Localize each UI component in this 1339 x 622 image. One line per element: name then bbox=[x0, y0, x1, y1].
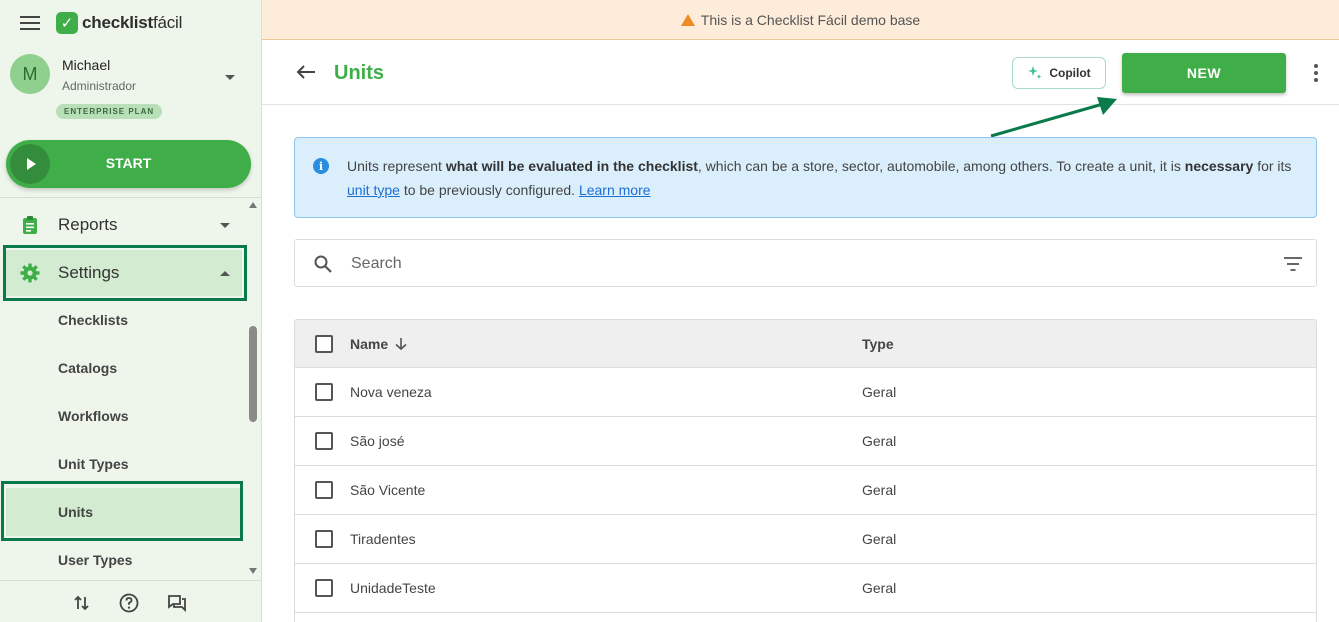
sidebar-item-label: Reports bbox=[58, 215, 118, 234]
sidebar-subitem-label: Unit Types bbox=[58, 456, 129, 472]
copilot-button[interactable]: Copilot bbox=[1012, 57, 1106, 89]
demo-banner: This is a Checklist Fácil demo base bbox=[262, 0, 1339, 40]
unit-type-link[interactable]: unit type bbox=[347, 182, 400, 198]
table-row[interactable]: Nova veneza Geral bbox=[295, 368, 1316, 417]
start-button[interactable]: START bbox=[6, 140, 251, 188]
sparkle-icon bbox=[1028, 66, 1042, 79]
logo-text: checklistfácil bbox=[82, 13, 183, 32]
clipboard-icon bbox=[23, 216, 37, 234]
menu-icon[interactable] bbox=[20, 16, 40, 30]
sidebar-scrollbar[interactable] bbox=[247, 198, 259, 580]
cell-type: Geral bbox=[862, 482, 897, 498]
units-highlight-box bbox=[1, 481, 243, 541]
user-role: Administrador bbox=[62, 79, 137, 93]
filter-icon[interactable] bbox=[1283, 256, 1303, 272]
sidebar-subitem-user-types[interactable]: User Types bbox=[6, 536, 242, 580]
sidebar-footer bbox=[0, 580, 262, 622]
annotation-arrow bbox=[990, 97, 1117, 138]
cell-name: Tiradentes bbox=[350, 531, 416, 547]
column-header-name[interactable]: Name bbox=[350, 336, 408, 352]
more-options-icon[interactable] bbox=[1314, 64, 1320, 84]
scrollbar-thumb[interactable] bbox=[249, 326, 257, 422]
page-header: Units Copilot NEW bbox=[262, 40, 1339, 105]
cell-name: São josé bbox=[350, 433, 405, 449]
cell-type: Geral bbox=[862, 531, 897, 547]
sort-down-arrow-icon bbox=[395, 338, 407, 351]
table-row[interactable]: UnidadeTeste Geral bbox=[295, 564, 1316, 613]
sidebar: ✓ checklistfácil M Michael Administrador… bbox=[0, 0, 262, 622]
info-text: Units represent what will be evaluated i… bbox=[347, 158, 1292, 198]
new-button[interactable]: NEW bbox=[1122, 53, 1286, 93]
back-arrow-icon[interactable] bbox=[296, 64, 316, 80]
copilot-label: Copilot bbox=[1049, 66, 1091, 80]
search-icon bbox=[314, 255, 332, 273]
checkmark-logo-icon: ✓ bbox=[56, 12, 78, 34]
sort-arrows-icon[interactable] bbox=[72, 593, 92, 613]
sidebar-subitem-label: User Types bbox=[58, 552, 133, 568]
row-checkbox[interactable] bbox=[315, 383, 333, 401]
cell-type: Geral bbox=[862, 433, 897, 449]
avatar[interactable]: M bbox=[10, 54, 50, 94]
sidebar-subitem-label: Checklists bbox=[58, 312, 129, 328]
chevron-down-icon bbox=[220, 222, 230, 228]
table-header: Name Type bbox=[295, 320, 1316, 368]
app-logo[interactable]: ✓ checklistfácil bbox=[56, 12, 182, 34]
chat-icon[interactable] bbox=[167, 593, 187, 613]
info-icon: i bbox=[313, 158, 329, 174]
search-input[interactable] bbox=[351, 252, 1251, 276]
sidebar-subitem-catalogs[interactable]: Catalogs bbox=[6, 344, 242, 392]
search-bar bbox=[294, 239, 1317, 287]
cell-type: Geral bbox=[862, 580, 897, 596]
help-icon[interactable] bbox=[119, 593, 139, 613]
column-header-type[interactable]: Type bbox=[862, 336, 894, 352]
scroll-up-arrow-icon[interactable] bbox=[249, 202, 257, 208]
table-row[interactable]: Tiradentes Geral bbox=[295, 515, 1316, 564]
user-name: Michael bbox=[62, 57, 111, 73]
cell-name: São Vicente bbox=[350, 482, 426, 498]
table-row[interactable]: São Vicente Geral bbox=[295, 466, 1316, 515]
sidebar-item-reports[interactable]: Reports bbox=[6, 202, 242, 248]
sidebar-subitem-label: Catalogs bbox=[58, 360, 118, 376]
learn-more-link[interactable]: Learn more bbox=[579, 182, 651, 198]
sidebar-subitem-workflows[interactable]: Workflows bbox=[6, 392, 242, 440]
cell-name: UnidadeTeste bbox=[350, 580, 436, 596]
select-all-checkbox[interactable] bbox=[315, 335, 333, 353]
table-row[interactable]: São josé Geral bbox=[295, 417, 1316, 466]
sidebar-subitem-label: Workflows bbox=[58, 408, 129, 424]
row-checkbox[interactable] bbox=[315, 579, 333, 597]
sidebar-subitem-checklists[interactable]: Checklists bbox=[6, 296, 242, 344]
row-checkbox[interactable] bbox=[315, 481, 333, 499]
page-title: Units bbox=[334, 62, 384, 84]
warning-icon bbox=[680, 13, 695, 26]
units-table: Name Type Nova veneza Geral São josé Ger… bbox=[294, 319, 1317, 622]
cell-type: Geral bbox=[862, 384, 897, 400]
settings-highlight-box bbox=[3, 245, 247, 301]
row-checkbox[interactable] bbox=[315, 432, 333, 450]
row-checkbox[interactable] bbox=[315, 530, 333, 548]
plan-badge: ENTERPRISE PLAN bbox=[56, 104, 163, 119]
banner-text: This is a Checklist Fácil demo base bbox=[700, 11, 921, 28]
cell-name: Nova veneza bbox=[350, 384, 432, 400]
sidebar-nav: Reports Settings Checklists Catalogs Wor… bbox=[0, 198, 262, 580]
start-label: START bbox=[105, 155, 152, 171]
user-menu-caret-icon[interactable] bbox=[225, 75, 235, 80]
scroll-down-arrow-icon[interactable] bbox=[249, 568, 257, 574]
info-box: i Units represent what will be evaluated… bbox=[294, 137, 1317, 218]
